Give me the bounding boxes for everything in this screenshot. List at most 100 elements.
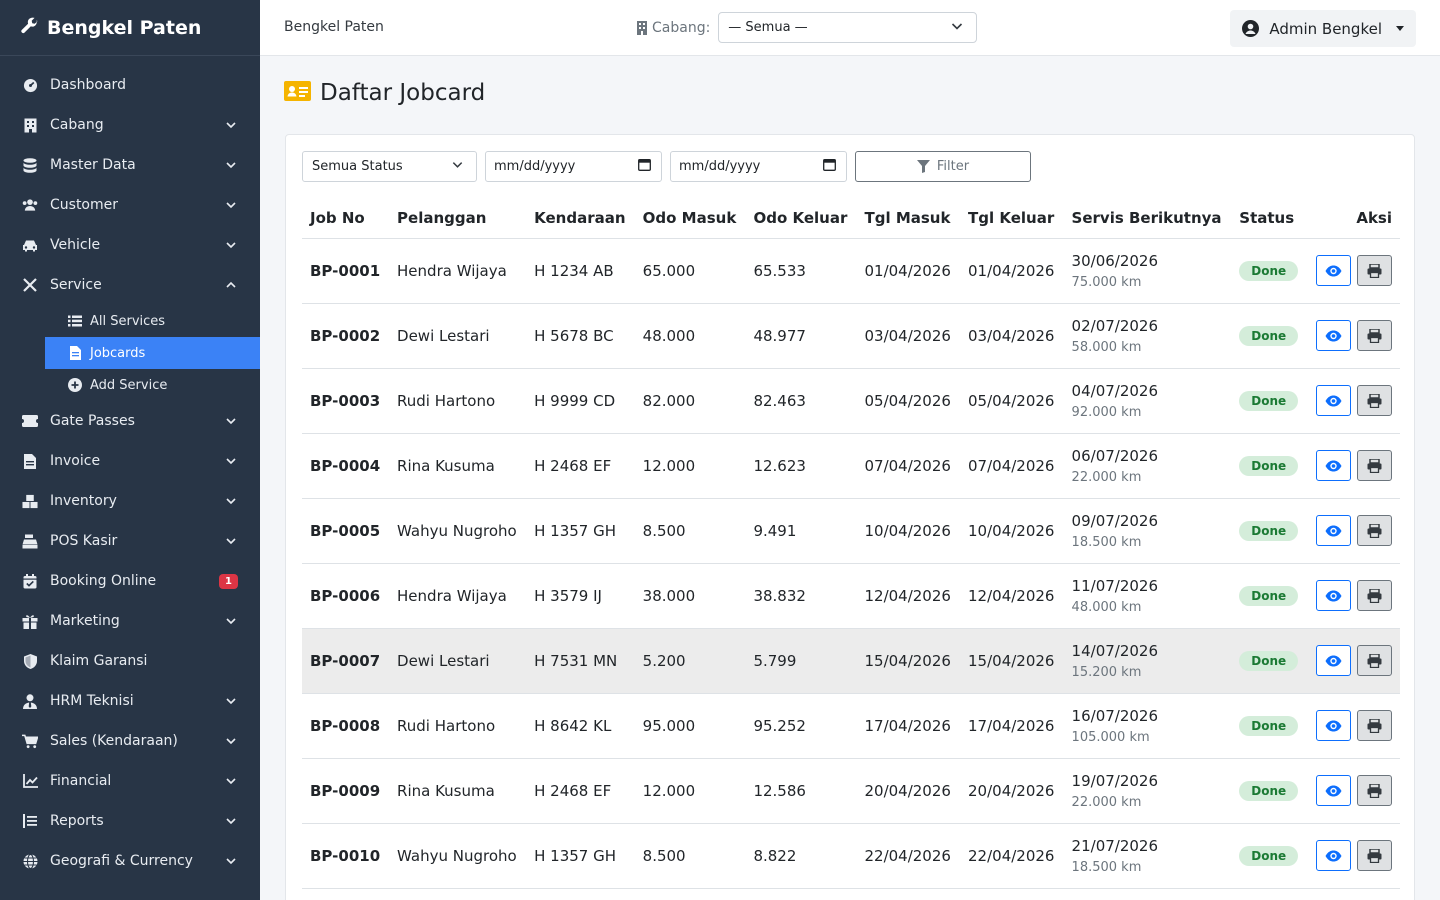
cell-odo-masuk: 5.200 [634,628,746,694]
next-service-km: 15.200 km [1071,664,1142,680]
cell-tgl-keluar: 07/04/2026 [960,433,1064,499]
list-icon [68,314,82,328]
header-job-no[interactable]: Job No [302,199,390,239]
view-button[interactable] [1316,645,1351,676]
header-status[interactable]: Status [1231,199,1307,239]
sidebar-item-customer[interactable]: Customer [0,185,260,225]
print-button[interactable] [1357,775,1392,806]
header-tgl-keluar[interactable]: Tgl Keluar [960,199,1064,239]
cell-odo-keluar: 48.977 [745,303,857,369]
print-button[interactable] [1357,710,1392,741]
print-button[interactable] [1357,645,1392,676]
sidebar-item-sales-kendaraan[interactable]: Sales (Kendaraan) [0,721,260,761]
row-actions [1315,645,1392,676]
view-button[interactable] [1316,840,1351,871]
status-select[interactable]: Semua Status [302,151,477,182]
cell-odo-keluar: 8.822 [745,823,857,889]
sidebar-item-label: Dashboard [50,77,126,93]
sidebar-item-dashboard[interactable]: Dashboard [0,65,260,105]
view-button[interactable] [1316,450,1351,481]
view-button[interactable] [1316,515,1351,546]
table-row[interactable]: BP-0001 Hendra Wijaya H 1234 AB 65.000 65.53… [302,238,1400,304]
cell-kendaraan: H 9999 CD [526,368,635,434]
sidebar-item-marketing[interactable]: Marketing [0,601,260,641]
table-row[interactable]: BP-0006 Hendra Wijaya H 3579 IJ 38.000 38.83… [302,563,1400,629]
cell-tgl-keluar: 01/04/2026 [960,238,1064,304]
print-button[interactable] [1357,385,1392,416]
print-button[interactable] [1357,320,1392,351]
table-row[interactable]: BP-0004 Rina Kusuma H 2468 EF 12.000 12.623 0… [302,433,1400,499]
view-button[interactable] [1316,580,1351,611]
date-to-input[interactable]: mm/dd/yyyy [670,151,847,182]
cell-job-no: BP-0006 [302,563,390,629]
sidebar-item-klaim-garansi[interactable]: Klaim Garansi [0,641,260,681]
cell-status: Done [1231,368,1307,434]
view-button[interactable] [1316,385,1351,416]
filter-bar: Semua Status mm/dd/yyyy mm/dd/yyyy Filte… [302,151,1031,182]
sidebar-item-pos-kasir[interactable]: POS Kasir [0,521,260,561]
sidebar-item-service[interactable]: Service [0,265,260,305]
chevron-down-icon [224,614,238,628]
table-row[interactable]: BP-0002 Dewi Lestari H 5678 BC 48.000 48.977… [302,303,1400,369]
cabang-select[interactable]: — Semua — [718,12,978,43]
sidebar-subitem-add-service[interactable]: Add Service [45,369,260,401]
table-row[interactable]: BP-0008 Rudi Hartono H 8642 KL 95.000 95.252… [302,693,1400,759]
user-menu-button[interactable]: Admin Bengkel [1230,10,1416,47]
calendar-icon [638,158,651,175]
sidebar-item-label: Vehicle [50,237,101,253]
print-button[interactable] [1357,515,1392,546]
view-button[interactable] [1316,255,1351,286]
view-button[interactable] [1316,775,1351,806]
status-badge: Done [1239,520,1299,541]
print-button[interactable] [1357,450,1392,481]
cell-odo-keluar: 12.623 [745,433,857,499]
sidebar-item-booking-online[interactable]: Booking Online 1 [0,561,260,601]
row-actions [1315,515,1392,546]
view-button[interactable] [1316,320,1351,351]
calendar-icon [823,158,836,175]
header-odo-masuk[interactable]: Odo Masuk [634,199,746,239]
sidebar-item-cabang[interactable]: Cabang [0,105,260,145]
sidebar-item-master-data[interactable]: Master Data [0,145,260,185]
sidebar-subitem-jobcards[interactable]: Jobcards [45,337,260,369]
table-row[interactable]: BP-0009 Rina Kusuma H 2468 EF 12.000 12.586 2… [302,758,1400,824]
cell-tgl-masuk: 17/04/2026 [856,693,961,759]
print-button[interactable] [1357,255,1392,286]
header-odo-keluar[interactable]: Odo Keluar [745,199,857,239]
view-button[interactable] [1316,710,1351,741]
header-servis-berikutnya[interactable]: Servis Berikutnya [1063,199,1232,239]
cell-aksi [1306,628,1400,694]
page-title: Daftar Jobcard [320,80,486,106]
cell-tgl-keluar: 03/04/2026 [960,303,1064,369]
table-row[interactable]: BP-0007 Dewi Lestari H 7531 MN 5.200 5.799 15… [302,628,1400,694]
chevron-down-icon [224,854,238,868]
cell-tgl-masuk: 03/04/2026 [856,303,961,369]
sidebar-item-vehicle[interactable]: Vehicle [0,225,260,265]
sidebar-item-hrm-teknisi[interactable]: HRM Teknisi [0,681,260,721]
sidebar-item-label: Klaim Garansi [50,653,148,669]
header-kendaraan[interactable]: Kendaraan [526,199,635,239]
sidebar-item-inventory[interactable]: Inventory [0,481,260,521]
brand[interactable]: Bengkel Paten [0,0,260,56]
sidebar-item-reports[interactable]: Reports [0,801,260,841]
service-submenu: All Services Jobcards Add Service [0,305,260,401]
header-tgl-masuk[interactable]: Tgl Masuk [856,199,961,239]
next-service-km: 58.000 km [1071,339,1142,355]
table-row[interactable]: BP-0010 Wahyu Nugroho H 1357 GH 8.500 8.822 2… [302,823,1400,889]
table-row[interactable]: BP-0003 Rudi Hartono H 9999 CD 82.000 82.463… [302,368,1400,434]
sidebar-item-invoice[interactable]: Invoice [0,441,260,481]
sidebar-item-financial[interactable]: Financial [0,761,260,801]
filter-button[interactable]: Filter [855,151,1031,182]
sidebar-subitem-all-services[interactable]: All Services [45,305,260,337]
row-actions [1315,255,1392,286]
print-icon [1367,718,1382,733]
row-actions [1315,450,1392,481]
table-row[interactable]: BP-0005 Wahyu Nugroho H 1357 GH 8.500 9.491 1… [302,498,1400,564]
cell-servis-berikutnya: 04/07/2026 92.000 km [1063,368,1232,434]
date-from-input[interactable]: mm/dd/yyyy [485,151,662,182]
print-button[interactable] [1357,580,1392,611]
print-button[interactable] [1357,840,1392,871]
sidebar-item-gate-passes[interactable]: Gate Passes [0,401,260,441]
sidebar-item-geografi-currency[interactable]: Geografi & Currency [0,841,260,881]
header-pelanggan[interactable]: Pelanggan [389,199,527,239]
